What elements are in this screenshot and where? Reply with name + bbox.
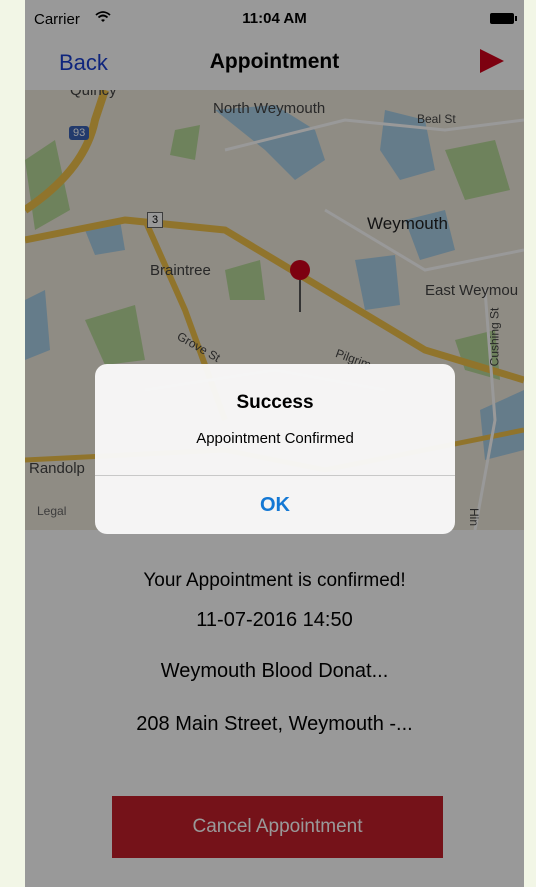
alert-ok-button[interactable]: OK xyxy=(95,476,455,534)
success-alert: Success Appointment Confirmed OK xyxy=(95,364,455,534)
alert-message: Appointment Confirmed xyxy=(196,430,354,447)
phone-screen: Carrier 11:04 AM Back Appointment Quincy… xyxy=(25,0,524,887)
alert-title: Success xyxy=(236,392,314,413)
